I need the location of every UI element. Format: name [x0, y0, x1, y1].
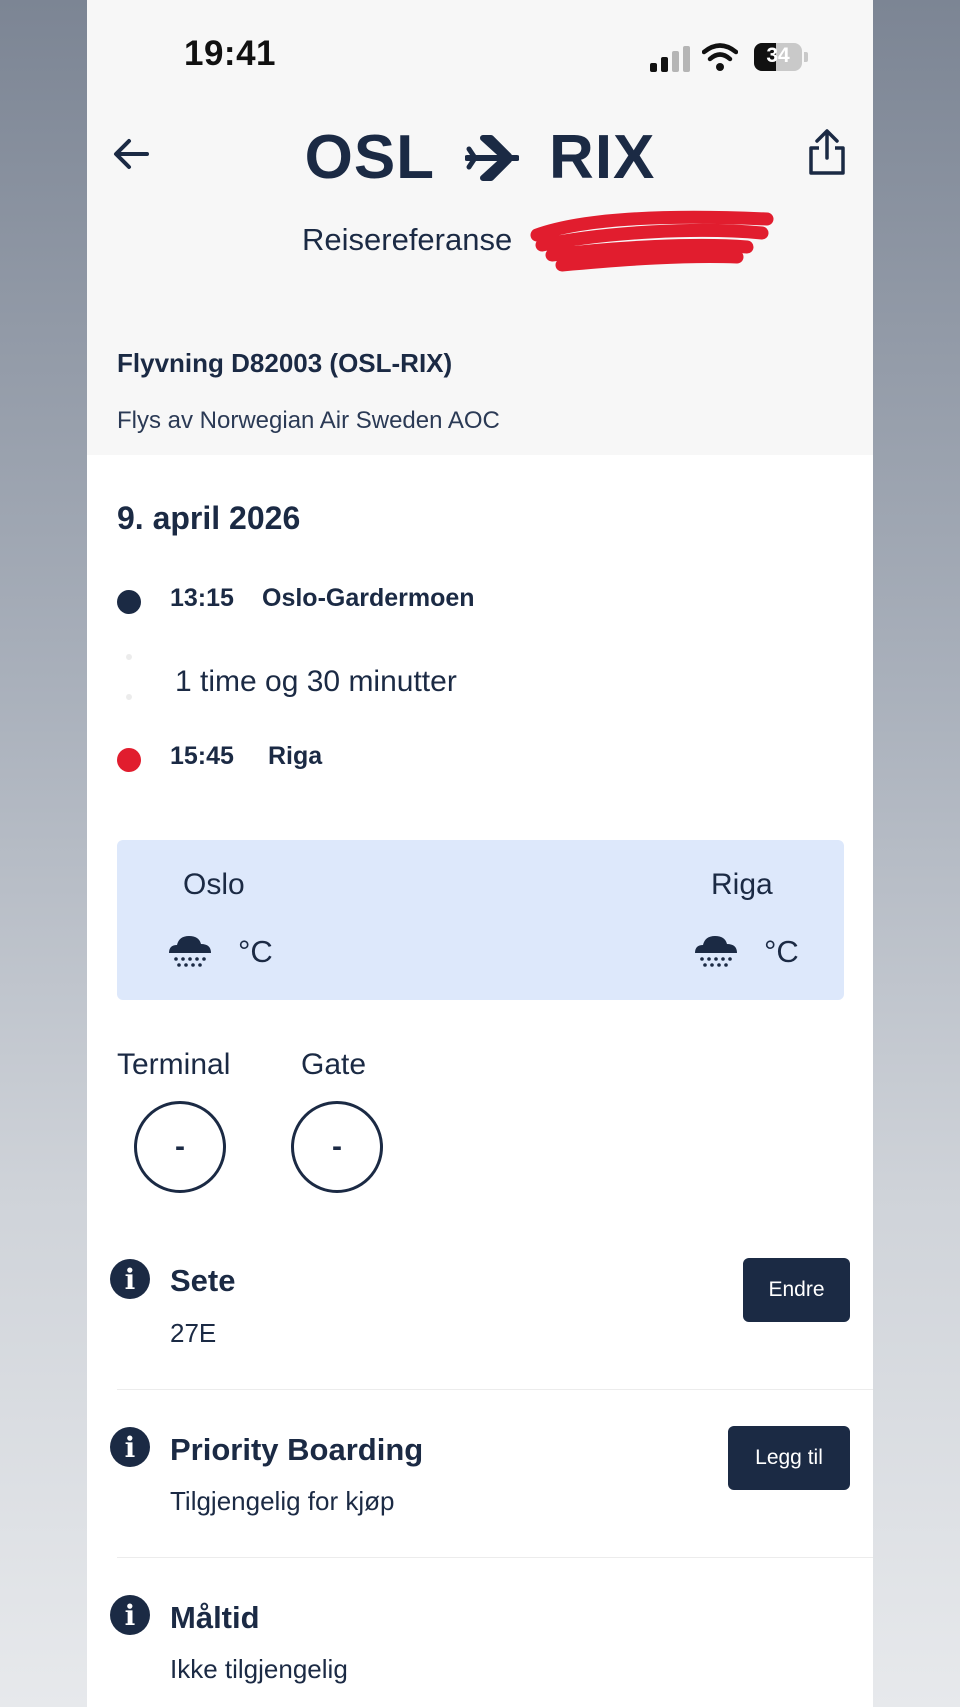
rain-cloud-icon: [169, 936, 211, 967]
departure-time: 13:15: [170, 584, 234, 612]
redaction-scribble: [530, 210, 774, 272]
weather-destination-temp: °C: [764, 934, 799, 969]
battery-icon: 34: [754, 43, 802, 71]
info-icon: i: [110, 1595, 150, 1635]
airplane-icon: [465, 134, 520, 181]
booking-reference-label: Reisereferanse: [302, 222, 513, 257]
destination-code: RIX: [549, 123, 656, 192]
priority-boarding-status: Tilgjengelig for kjøp: [170, 1486, 395, 1516]
meal-title: Måltid: [170, 1600, 260, 1635]
weather-origin-city: Oslo: [183, 868, 245, 901]
gate-label: Gate: [301, 1048, 367, 1081]
gate-value: -: [291, 1101, 383, 1193]
origin-code: OSL: [304, 123, 436, 192]
departure-place: Oslo-Gardermoen: [262, 584, 475, 612]
divider: [117, 1389, 873, 1390]
meal-status: Ikke tilgjengelig: [170, 1654, 348, 1684]
weather-destination-city: Riga: [711, 868, 773, 901]
flight-date: 9. april 2026: [117, 500, 301, 536]
info-icon: i: [110, 1259, 150, 1299]
flight-operator: Flys av Norwegian Air Sweden AOC: [117, 407, 500, 434]
route-title: OSL RIX: [87, 122, 873, 193]
divider: [117, 1557, 873, 1558]
seat-title: Sete: [170, 1263, 236, 1298]
weather-origin-temp: °C: [238, 934, 273, 969]
change-seat-button[interactable]: Endre: [743, 1258, 850, 1322]
timeline-dot: [126, 654, 132, 660]
flight-title: Flyvning D82003 (OSL-RIX): [117, 348, 453, 378]
battery-cap: [804, 52, 808, 62]
arrival-place: Riga: [268, 742, 323, 770]
arrival-marker: [117, 748, 141, 772]
terminal-label: Terminal: [117, 1048, 231, 1081]
battery-level: 34: [766, 44, 790, 67]
wifi-icon: [702, 43, 738, 71]
departure-marker: [117, 590, 141, 614]
rain-cloud-icon: [695, 936, 737, 967]
priority-boarding-title: Priority Boarding: [170, 1432, 424, 1467]
info-icon: i: [110, 1427, 150, 1467]
terminal-value: -: [134, 1101, 226, 1193]
arrival-time: 15:45: [170, 742, 234, 770]
flight-duration: 1 time og 30 minutter: [175, 665, 457, 698]
cellular-signal-icon: [650, 46, 692, 72]
share-icon[interactable]: [807, 128, 847, 176]
weather-card: [117, 840, 844, 1000]
status-time: 19:41: [184, 34, 277, 73]
add-priority-boarding-button[interactable]: Legg til: [728, 1426, 850, 1490]
timeline-dot: [126, 694, 132, 700]
seat-value: 27E: [170, 1318, 217, 1348]
phone-screen: 19:41 34 OSL RIX Reisereferanse Flyvning…: [87, 0, 873, 1707]
